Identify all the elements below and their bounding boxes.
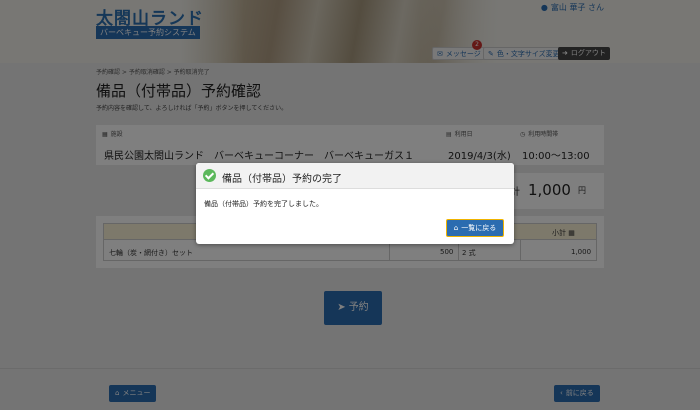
home-icon: ⌂ (453, 224, 459, 232)
check-circle-icon (203, 169, 216, 182)
return-to-list-button[interactable]: ⌂ 一覧に戻る (446, 219, 504, 237)
dialog-message: 備品（付帯品）予約を完了しました。 (204, 200, 323, 208)
completion-dialog: 備品（付帯品）予約の完了 備品（付帯品）予約を完了しました。 ⌂ 一覧に戻る (196, 163, 514, 244)
dialog-header: 備品（付帯品）予約の完了 (196, 163, 514, 189)
dialog-title: 備品（付帯品）予約の完了 (222, 174, 342, 185)
